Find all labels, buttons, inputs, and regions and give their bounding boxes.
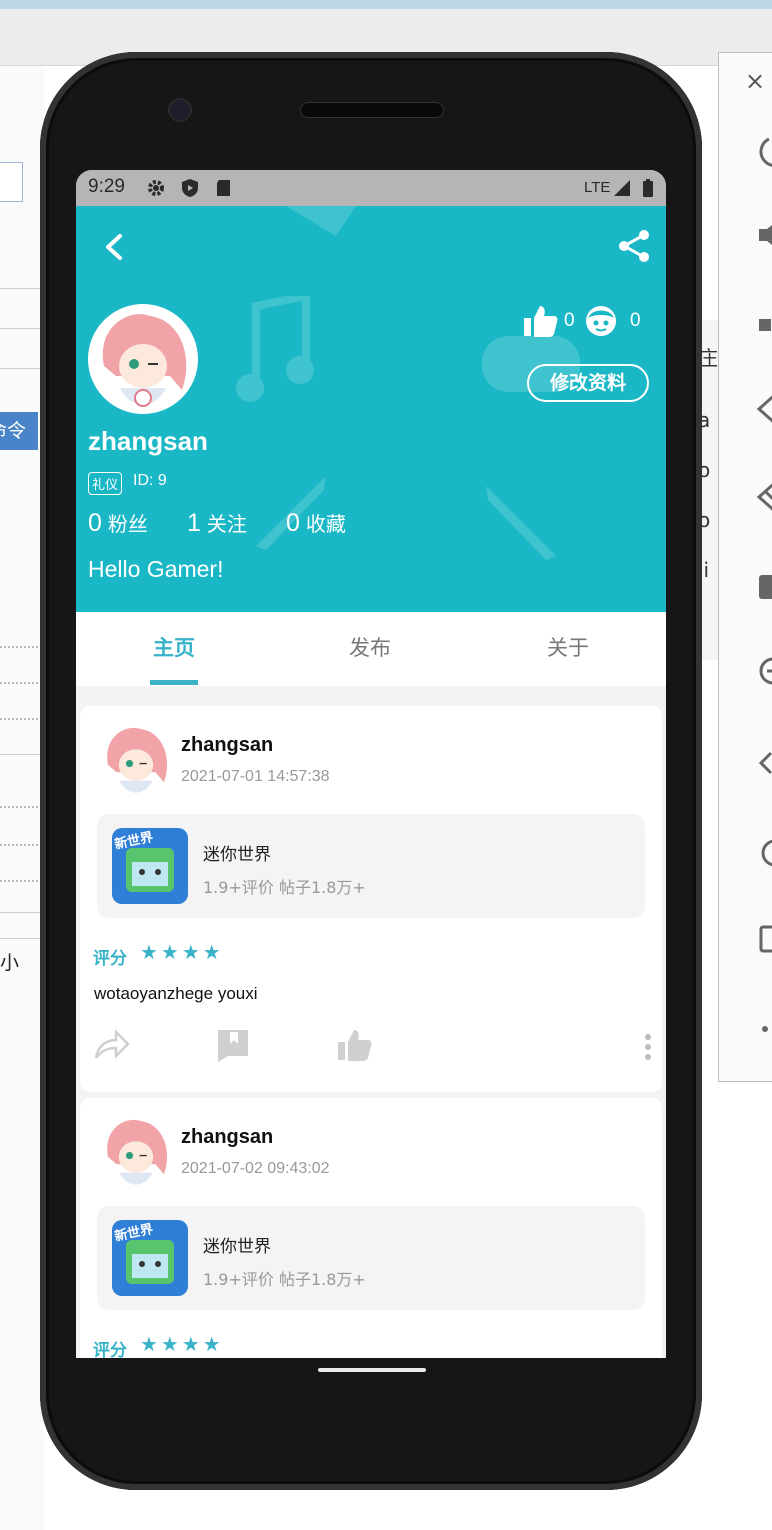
rotate-right-icon[interactable] [755, 477, 772, 517]
post-time: 2021-07-01 14:57:38 [181, 768, 330, 785]
tab-about[interactable]: 关于 [508, 632, 628, 662]
ide-dotted-row [0, 844, 38, 846]
ide-input-box[interactable] [0, 162, 23, 202]
ide-title-bar [0, 0, 772, 9]
back-icon[interactable] [755, 743, 772, 783]
likes-visitors-row: 0 0 [520, 304, 660, 340]
post-author: zhangsan [181, 1126, 274, 1148]
rating-label: 评分 [93, 1341, 127, 1358]
tab-posts[interactable]: 发布 [310, 632, 430, 662]
avatar[interactable] [98, 1114, 174, 1190]
thumbs-up-icon[interactable] [522, 304, 558, 338]
avatar-illustration [90, 306, 196, 412]
ide-dotted-row [0, 682, 38, 684]
overview-icon[interactable] [755, 919, 772, 959]
post-text: wotaoyanzhege youxi [94, 984, 258, 1003]
ide-divider [0, 328, 40, 329]
tab-active-indicator [150, 680, 198, 685]
sword-decoration [486, 486, 556, 560]
volume-up-icon[interactable] [755, 215, 772, 255]
user-id: ID: 9 [133, 472, 167, 489]
status-bar: 9:29 LTE [76, 170, 666, 206]
ide-divider [0, 288, 40, 289]
home-icon[interactable] [755, 833, 772, 873]
shape-decoration [286, 206, 356, 236]
volume-down-icon[interactable] [755, 305, 772, 345]
rating-stars: ★★★★ [140, 940, 224, 964]
avatar-illustration [98, 722, 174, 798]
gesture-nav-bar [76, 1358, 666, 1388]
ide-divider [0, 754, 40, 755]
likes-count: 0 [564, 310, 575, 331]
list-item[interactable]: zhangsan 2021-07-02 09:43:02 新世界 迷你世界 1.… [80, 1098, 662, 1358]
battery-icon [643, 179, 653, 197]
stat-fans[interactable]: 0 粉丝 [88, 508, 148, 538]
avatar[interactable] [88, 304, 198, 414]
ide-dotted-row [0, 806, 38, 808]
post-time: 2021-07-02 09:43:02 [181, 1160, 330, 1177]
thumbs-up-icon[interactable] [336, 1028, 374, 1062]
ide-dotted-row [0, 880, 38, 882]
edit-profile-button[interactable]: 修改资料 [527, 364, 649, 402]
home-gesture-pill[interactable] [318, 1368, 426, 1372]
visitor-face-icon[interactable] [584, 304, 618, 338]
ide-command-item[interactable]: 命令 [0, 412, 38, 450]
close-icon[interactable]: × [745, 67, 765, 95]
avatar-illustration [98, 1114, 174, 1190]
game-card[interactable]: 新世界 迷你世界 1.9+评价 帖子1.8万+ [97, 1206, 645, 1310]
game-name: 迷你世界 [203, 1237, 271, 1257]
shield-icon [182, 179, 198, 197]
profile-bio: Hello Gamer! [88, 556, 224, 582]
emulator-side-toolbar: × [718, 52, 772, 1082]
ide-dotted-row [0, 646, 38, 648]
app-screen: 9:29 LTE 0 0 修改资料 zhangsan 礼仪 ID: 9 0 粉丝… [76, 170, 666, 1358]
post-author: zhangsan [181, 734, 274, 756]
camera-icon[interactable] [755, 565, 772, 605]
ide-dotted-row [0, 718, 38, 720]
stat-favorites[interactable]: 0 收藏 [286, 508, 346, 538]
zoom-icon[interactable] [755, 653, 772, 693]
title-badge: 礼仪 [88, 472, 123, 495]
more-icon[interactable] [642, 1032, 654, 1062]
back-arrow-icon[interactable] [100, 230, 132, 264]
network-type: LTE [584, 179, 611, 196]
stat-following[interactable]: 1 关注 [187, 508, 247, 538]
more-options-icon[interactable] [755, 1009, 772, 1049]
list-item[interactable]: zhangsan 2021-07-01 14:57:38 新世界 迷你世界 1.… [80, 706, 662, 1092]
share-icon[interactable] [616, 228, 652, 264]
game-card[interactable]: 新世界 迷你世界 1.9+评价 帖子1.8万+ [97, 814, 645, 918]
status-time: 9:29 [88, 176, 125, 197]
tab-home[interactable]: 主页 [114, 632, 234, 662]
rating-label: 评分 [93, 949, 127, 969]
music-note-decoration [236, 296, 314, 402]
game-icon: 新世界 [112, 828, 188, 904]
front-camera [168, 98, 192, 122]
power-icon[interactable] [755, 131, 772, 171]
earpiece-speaker [300, 102, 444, 118]
avatar[interactable] [98, 722, 174, 798]
ide-divider [0, 938, 40, 939]
game-name: 迷你世界 [203, 845, 271, 865]
profile-tabs: 主页 发布 关于 [76, 612, 666, 686]
profile-username: zhangsan [88, 426, 208, 456]
ide-left-panel: 命令 小 [0, 66, 44, 1530]
signal-icon [614, 180, 630, 196]
profile-header: 0 0 修改资料 zhangsan 礼仪 ID: 9 0 粉丝 1 关注 0 收藏 H… [76, 206, 666, 612]
ide-divider [0, 368, 40, 369]
game-meta: 1.9+评价 帖子1.8万+ [203, 1270, 366, 1289]
sd-card-icon [217, 180, 230, 196]
game-meta: 1.9+评价 帖子1.8万+ [203, 878, 366, 897]
rotate-left-icon[interactable] [755, 389, 772, 429]
rating-stars: ★★★★ [140, 1332, 224, 1356]
visitors-count: 0 [630, 310, 641, 331]
forward-icon[interactable] [92, 1028, 130, 1062]
game-icon: 新世界 [112, 1220, 188, 1296]
comment-icon[interactable] [214, 1028, 252, 1062]
gear-icon [148, 180, 164, 196]
ide-text-fragment: 小 [0, 952, 20, 974]
ide-divider [0, 912, 40, 913]
